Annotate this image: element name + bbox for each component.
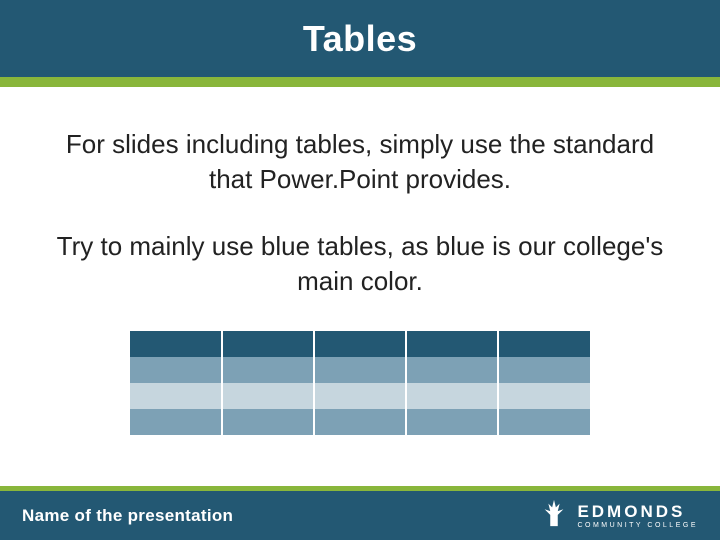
table-cell	[130, 383, 222, 409]
slide: Tables For slides including tables, simp…	[0, 0, 720, 540]
table-cell	[314, 409, 406, 435]
table-header-cell	[130, 331, 222, 357]
table-cell	[498, 357, 590, 383]
paragraph-2: Try to mainly use blue tables, as blue i…	[50, 229, 670, 299]
accent-line	[0, 77, 720, 87]
table-cell	[130, 409, 222, 435]
table-header-cell	[314, 331, 406, 357]
slide-content: For slides including tables, simply use …	[0, 87, 720, 435]
paragraph-1: For slides including tables, simply use …	[50, 127, 670, 197]
table-cell	[406, 409, 498, 435]
presentation-name: Name of the presentation	[22, 506, 233, 526]
table-row	[130, 409, 590, 435]
table-row	[130, 357, 590, 383]
table-cell	[222, 409, 314, 435]
trident-icon	[539, 498, 569, 533]
table-cell	[222, 357, 314, 383]
title-bar: Tables	[0, 0, 720, 77]
table-cell	[222, 383, 314, 409]
logo-text: EDMONDS COMMUNITY COLLEGE	[577, 503, 698, 529]
table-cell	[406, 383, 498, 409]
slide-title: Tables	[303, 18, 417, 60]
logo-name: EDMONDS	[577, 503, 698, 520]
table-cell	[498, 383, 590, 409]
table-header-row	[130, 331, 590, 357]
logo-subtitle: COMMUNITY COLLEGE	[577, 522, 698, 529]
table-header-cell	[498, 331, 590, 357]
table-cell	[498, 409, 590, 435]
table-cell	[314, 383, 406, 409]
table-header-cell	[222, 331, 314, 357]
table-cell	[130, 357, 222, 383]
example-table	[130, 331, 590, 435]
table-row	[130, 383, 590, 409]
edmonds-logo: EDMONDS COMMUNITY COLLEGE	[539, 498, 698, 533]
footer-bar: Name of the presentation EDMONDS COMMUNI…	[0, 486, 720, 540]
table-cell	[406, 357, 498, 383]
table-header-cell	[406, 331, 498, 357]
table-cell	[314, 357, 406, 383]
